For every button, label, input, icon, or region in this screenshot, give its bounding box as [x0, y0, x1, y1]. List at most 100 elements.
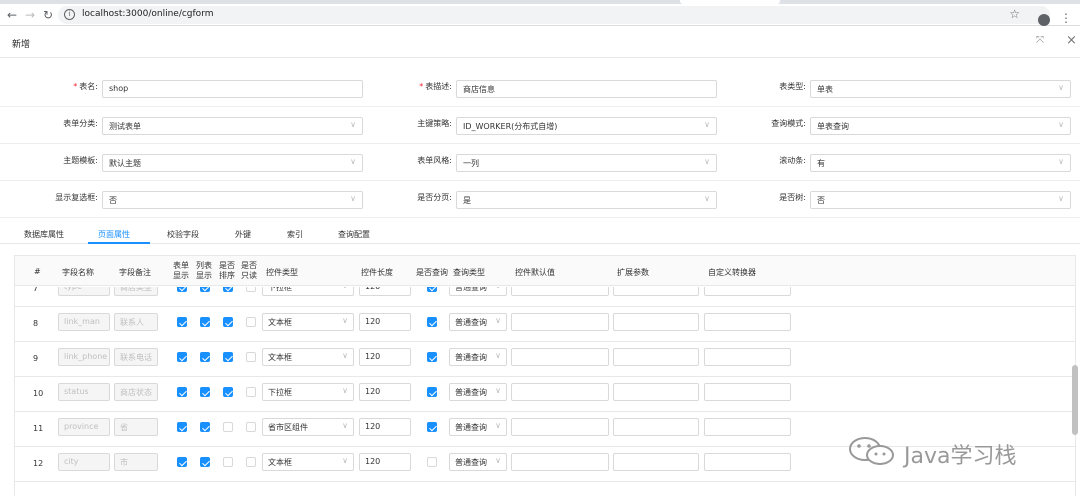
converter-input[interactable] [704, 313, 791, 331]
form-select[interactable]: 单表 ∨ [810, 80, 1071, 98]
query-type-select[interactable]: 普通查询 ∨ [449, 348, 507, 366]
checkbox-query[interactable] [427, 387, 437, 397]
default-value-input[interactable] [511, 383, 609, 401]
browser-menu-icon[interactable]: ⋮ [1060, 11, 1072, 25]
default-value-input[interactable] [511, 418, 609, 436]
chevron-down-icon: ∨ [1058, 120, 1064, 129]
tab-1[interactable]: 页面属性 [98, 229, 130, 240]
checkbox-sort[interactable] [223, 387, 233, 397]
form-select[interactable]: 单表查询 ∨ [810, 117, 1071, 135]
control-length-input[interactable]: 120 [359, 453, 411, 471]
checkbox-form[interactable] [177, 317, 187, 327]
checkbox-sort[interactable] [223, 422, 233, 432]
checkbox-list[interactable] [200, 287, 210, 292]
form-select[interactable]: ID_WORKER(分布式自增) ∨ [456, 117, 717, 135]
default-value-input[interactable] [511, 348, 609, 366]
form-select[interactable]: 测试表单 ∨ [102, 117, 363, 135]
table-scrollbar[interactable] [1072, 365, 1078, 435]
checkbox-form[interactable] [177, 422, 187, 432]
form-select[interactable]: 是 ∨ [456, 191, 717, 209]
checkbox-form[interactable] [177, 387, 187, 397]
form-select[interactable]: 一列 ∨ [456, 154, 717, 172]
profile-icon[interactable] [1038, 14, 1050, 26]
chevron-down-icon: ∨ [704, 194, 710, 203]
checkbox-ro[interactable] [246, 317, 256, 327]
control-type-select[interactable]: 下拉框 ∨ [262, 287, 354, 296]
converter-input[interactable] [704, 287, 791, 296]
control-type-select[interactable]: 文本框 ∨ [262, 348, 354, 366]
query-type-select[interactable]: 普通查询 ∨ [449, 313, 507, 331]
checkbox-ro[interactable] [246, 287, 256, 292]
tab-3[interactable]: 外键 [235, 229, 251, 240]
default-value-input[interactable] [511, 287, 609, 296]
control-type-select[interactable]: 文本框 ∨ [262, 313, 354, 331]
checkbox-list[interactable] [200, 387, 210, 397]
checkbox-query[interactable] [427, 457, 437, 467]
form-select[interactable]: 有 ∨ [810, 154, 1071, 172]
checkbox-list[interactable] [200, 457, 210, 467]
query-type-select[interactable]: 普通查询 ∨ [449, 383, 507, 401]
checkbox-sort[interactable] [223, 352, 233, 362]
control-length-input[interactable]: 120 [359, 348, 411, 366]
tab-0[interactable]: 数据库属性 [24, 229, 64, 240]
checkbox-ro[interactable] [246, 457, 256, 467]
ext-params-input[interactable] [613, 313, 699, 331]
default-value-input[interactable] [511, 453, 609, 471]
control-length-input[interactable]: 120 [359, 383, 411, 401]
checkbox-sort[interactable] [223, 457, 233, 467]
ext-params-input[interactable] [613, 418, 699, 436]
checkbox-ro[interactable] [246, 422, 256, 432]
form-input[interactable]: shop [102, 80, 363, 98]
converter-input[interactable] [704, 348, 791, 366]
converter-input[interactable] [704, 453, 791, 471]
bookmark-star-icon[interactable]: ☆ [1009, 7, 1020, 21]
checkbox-form[interactable] [177, 457, 187, 467]
checkbox-list[interactable] [200, 317, 210, 327]
reload-icon[interactable]: ↻ [40, 7, 56, 23]
tab-4[interactable]: 索引 [287, 229, 303, 240]
fullscreen-icon[interactable]: ⤧ [1036, 35, 1044, 46]
control-type-select[interactable]: 下拉框 ∨ [262, 383, 354, 401]
site-info-icon[interactable]: i [64, 9, 75, 20]
checkbox-query[interactable] [427, 422, 437, 432]
control-type-select[interactable]: 省市区组件 ∨ [262, 418, 354, 436]
form-select[interactable]: 默认主题 ∨ [102, 154, 363, 172]
query-type-value: 普通查询 [455, 423, 487, 432]
tab-5[interactable]: 查询配置 [338, 229, 370, 240]
checkbox-sort[interactable] [223, 317, 233, 327]
default-value-input[interactable] [511, 313, 609, 331]
checkbox-list[interactable] [200, 422, 210, 432]
converter-input[interactable] [704, 383, 791, 401]
tab-2[interactable]: 校验字段 [167, 229, 199, 240]
checkbox-form[interactable] [177, 352, 187, 362]
control-length-input[interactable]: 120 [359, 287, 411, 296]
forward-icon[interactable]: → [22, 7, 38, 23]
control-type-value: 文本框 [268, 318, 292, 327]
checkbox-form[interactable] [177, 287, 187, 292]
control-length-input[interactable]: 120 [359, 313, 411, 331]
control-type-select[interactable]: 文本框 ∨ [262, 453, 354, 471]
ext-params-input[interactable] [613, 453, 699, 471]
ext-params-input[interactable] [613, 383, 699, 401]
query-type-select[interactable]: 普通查询 ∨ [449, 287, 507, 296]
checkbox-ro[interactable] [246, 352, 256, 362]
ext-params-input[interactable] [613, 287, 699, 296]
close-icon[interactable]: × [1066, 33, 1077, 48]
checkbox-sort[interactable] [223, 287, 233, 292]
converter-input[interactable] [704, 418, 791, 436]
control-length-input[interactable]: 120 [359, 418, 411, 436]
query-type-select[interactable]: 普通查询 ∨ [449, 453, 507, 471]
checkbox-list[interactable] [200, 352, 210, 362]
checkbox-query[interactable] [427, 287, 437, 292]
address-bar[interactable]: i localhost:3000/online/cgform ☆ [58, 6, 1050, 24]
checkbox-query[interactable] [427, 317, 437, 327]
query-type-select[interactable]: 普通查询 ∨ [449, 418, 507, 436]
chevron-down-icon: ∨ [350, 194, 356, 203]
form-select[interactable]: 否 ∨ [102, 191, 363, 209]
checkbox-ro[interactable] [246, 387, 256, 397]
form-select[interactable]: 否 ∨ [810, 191, 1071, 209]
ext-params-input[interactable] [613, 348, 699, 366]
checkbox-query[interactable] [427, 352, 437, 362]
back-icon[interactable]: ← [4, 7, 20, 23]
form-input[interactable]: 商店信息 [456, 80, 717, 98]
